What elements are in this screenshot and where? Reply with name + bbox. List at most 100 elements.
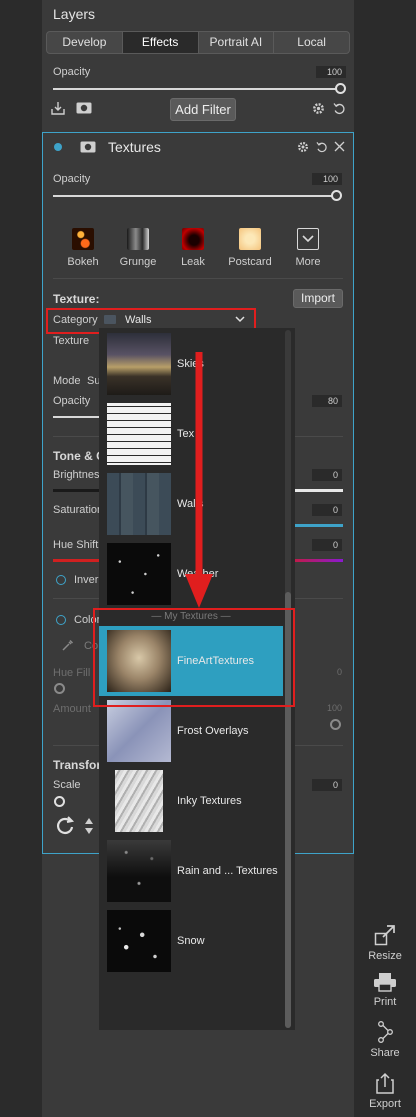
brightness-label: Brightnes <box>53 469 100 481</box>
filter-opacity-value[interactable]: 100 <box>312 173 342 185</box>
brightness-value[interactable]: 0 <box>312 469 342 481</box>
printer-icon <box>355 972 415 992</box>
eyedropper-icon[interactable] <box>62 639 74 651</box>
layer-opacity-knob[interactable] <box>335 83 346 94</box>
reset-icon[interactable] <box>333 102 346 115</box>
filter-opacity-knob[interactable] <box>331 190 342 201</box>
export-icon <box>355 1072 415 1094</box>
print-button[interactable]: Print <box>355 972 415 1008</box>
effect-leak[interactable]: Leak <box>168 228 218 268</box>
module-tabs: Develop Effects Portrait AI Local <box>46 31 350 54</box>
filter-opacity-slider[interactable] <box>53 195 334 197</box>
postcard-thumbnail <box>239 228 261 250</box>
invert-radio[interactable] <box>56 575 66 585</box>
amount-label: Amount <box>53 703 91 715</box>
grunge-thumbnail <box>127 228 149 250</box>
skies-thumbnail <box>107 333 171 395</box>
color-radio[interactable] <box>56 615 66 625</box>
leak-thumbnail <box>182 228 204 250</box>
scale-knob[interactable] <box>54 796 65 807</box>
export-label: Export <box>369 1098 401 1110</box>
hue-shift-slider-right[interactable] <box>295 559 343 562</box>
filter-reset-icon[interactable] <box>316 141 328 153</box>
filter-enabled-dot[interactable] <box>54 143 62 151</box>
rain-textures-thumbnail <box>107 840 171 902</box>
tab-effects[interactable]: Effects <box>122 32 199 53</box>
hue-fill-value[interactable]: 0 <box>312 667 342 677</box>
share-button[interactable]: Share <box>355 1021 415 1059</box>
effect-postcard-label: Postcard <box>228 256 272 268</box>
effect-bokeh-label: Bokeh <box>67 256 99 268</box>
transform-section-label: Transfor <box>53 758 102 772</box>
texture-section-label: Texture: <box>53 292 100 306</box>
share-label: Share <box>370 1047 400 1059</box>
invert-label: Inver <box>74 574 99 586</box>
hue-shift-label: Hue Shift <box>53 539 99 551</box>
list-item-label: Snow <box>177 935 205 947</box>
filter-opacity-label: Opacity <box>53 173 91 185</box>
brightness-slider-left[interactable] <box>53 489 99 492</box>
effect-more-label: More <box>295 256 321 268</box>
hue-fill-knob[interactable] <box>54 683 65 694</box>
texture-row-label: Texture <box>53 335 90 347</box>
saturation-value[interactable]: 0 <box>312 504 342 516</box>
list-item[interactable]: Snow <box>99 906 283 976</box>
gear-icon[interactable] <box>312 102 325 115</box>
panel-title: Layers <box>53 6 96 22</box>
resize-icon <box>355 924 415 946</box>
walls-thumbnail <box>107 473 171 535</box>
text-texture-thumbnail <box>107 403 171 465</box>
list-item-label: Rain and ... Textures <box>177 865 278 877</box>
resize-label: Resize <box>368 950 402 962</box>
frost-overlays-thumbnail <box>107 700 171 762</box>
annotation-arrow-icon <box>185 352 213 608</box>
export-button[interactable]: Export <box>355 1072 415 1110</box>
texture-opacity-value[interactable]: 80 <box>312 395 342 407</box>
list-item-label: Inky Textures <box>177 795 242 807</box>
hue-shift-slider-left[interactable] <box>53 559 99 562</box>
texture-opacity-label: Opacity <box>53 395 91 407</box>
import-button[interactable]: Import <box>293 289 343 308</box>
scale-value[interactable]: 0 <box>312 779 342 791</box>
filter-mask-icon[interactable] <box>80 141 96 153</box>
layer-opacity-slider[interactable] <box>53 88 337 90</box>
tab-develop[interactable]: Develop <box>47 32 123 53</box>
inky-textures-thumbnail <box>115 770 163 832</box>
list-item[interactable]: Rain and ... Textures <box>99 836 283 906</box>
amount-value[interactable]: 100 <box>312 703 342 713</box>
tab-portrait-ai[interactable]: Portrait AI <box>199 32 275 53</box>
divider <box>53 278 343 279</box>
hue-shift-value[interactable]: 0 <box>312 539 342 551</box>
close-icon[interactable] <box>334 141 345 152</box>
amount-knob[interactable] <box>330 719 341 730</box>
filter-title: Textures <box>108 139 161 155</box>
saturation-slider[interactable] <box>295 524 343 527</box>
scale-label: Scale <box>53 779 81 791</box>
effect-more[interactable]: More <box>283 228 333 268</box>
tab-local[interactable]: Local <box>274 32 349 53</box>
flip-vertical-icon[interactable] <box>84 817 94 835</box>
layer-opacity-label: Opacity <box>53 66 91 78</box>
list-item[interactable]: Inky Textures <box>99 766 283 836</box>
resize-button[interactable]: Resize <box>355 924 415 962</box>
layer-opacity-value[interactable]: 100 <box>316 66 346 78</box>
add-filter-button[interactable]: Add Filter <box>170 98 236 121</box>
print-label: Print <box>373 996 397 1008</box>
effect-bokeh[interactable]: Bokeh <box>58 228 108 268</box>
texture-opacity-slider[interactable] <box>53 416 99 418</box>
effect-postcard[interactable]: Postcard <box>225 228 275 268</box>
filter-gear-icon[interactable] <box>297 141 309 153</box>
mode-label: Mode <box>53 375 81 387</box>
saturation-label: Saturation <box>53 504 104 516</box>
brightness-slider-right[interactable] <box>295 489 343 492</box>
snow-thumbnail <box>107 910 171 972</box>
rotate-icon[interactable] <box>55 816 75 836</box>
share-icon <box>355 1021 415 1043</box>
effect-grunge[interactable]: Grunge <box>113 228 163 268</box>
import-layer-icon[interactable] <box>51 101 65 115</box>
effect-leak-label: Leak <box>181 256 205 268</box>
weather-thumbnail <box>107 543 171 605</box>
hue-fill-label: Hue Fill <box>53 667 91 679</box>
selection-highlight-annotation <box>93 608 295 707</box>
mask-icon[interactable] <box>76 102 92 114</box>
